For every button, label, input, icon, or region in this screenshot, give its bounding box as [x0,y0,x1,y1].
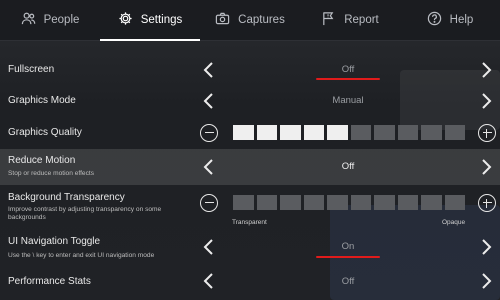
chevron-right-icon[interactable] [479,61,493,79]
setting-value: Off [341,64,355,75]
slider-segment[interactable] [280,125,301,140]
slider-segment[interactable] [350,195,371,210]
setting-label: Fullscreen [8,64,55,75]
setting-value: On [341,241,355,252]
setting-row-performance-stats: Performance Stats Off [0,270,500,300]
slider-segment[interactable] [350,125,371,140]
chevron-right-icon[interactable] [479,158,493,176]
setting-value: Off [341,276,355,287]
slider-segment[interactable] [444,195,465,210]
tab-label: Report [344,14,379,26]
background-transparency-slider[interactable] [233,195,465,210]
setting-label: Background Transparency [8,192,125,203]
chevron-left-icon[interactable] [202,92,216,110]
slider-segment[interactable] [256,125,277,140]
slider-segment[interactable] [397,195,418,210]
slider-segment[interactable] [327,125,348,140]
setting-label: Reduce Motion [8,155,76,166]
slider-segment[interactable] [397,125,418,140]
setting-row-graphics-quality: Graphics Quality [0,118,500,148]
setting-label: Performance Stats [8,276,91,287]
setting-description: Improve contrast by adjusting transparen… [8,206,162,221]
tab-label: Help [449,14,474,26]
help-icon [427,11,442,29]
setting-row-fullscreen: Fullscreen Off [0,55,500,85]
slider-segment[interactable] [421,195,442,210]
setting-row-ui-navigation-toggle: UI Navigation Toggle Use the \ key to en… [0,232,500,268]
increase-button[interactable] [478,124,496,142]
tab-help[interactable]: Help [400,0,500,40]
slider-segment[interactable] [374,125,395,140]
people-icon [21,11,36,29]
gear-icon [118,11,133,29]
slider-min-label: Transparent [232,219,267,226]
slider-max-label: Opaque [442,219,466,226]
flag-icon [321,11,336,29]
chevron-right-icon[interactable] [479,238,493,256]
red-underline-annotation [316,78,380,80]
setting-label: Graphics Quality [8,127,82,138]
increase-button[interactable] [478,194,496,212]
setting-description: Stop or reduce motion effects [8,170,95,177]
slider-segment[interactable] [374,195,395,210]
chevron-left-icon[interactable] [202,158,216,176]
graphics-quality-slider[interactable] [233,125,465,140]
slider-segment[interactable] [327,195,348,210]
red-underline-annotation [316,256,380,258]
chevron-left-icon[interactable] [202,238,216,256]
decrease-button[interactable] [200,124,218,142]
tab-captures[interactable]: Captures [200,0,300,40]
slider-segment[interactable] [303,125,324,140]
slider-segment[interactable] [233,195,254,210]
setting-value: Manual [332,95,364,106]
tab-label: Settings [140,14,183,26]
setting-row-reduce-motion: Reduce Motion Stop or reduce motion effe… [0,149,500,185]
tab-people[interactable]: People [0,0,100,40]
slider-segment[interactable] [421,125,442,140]
chevron-right-icon[interactable] [479,92,493,110]
decrease-button[interactable] [200,194,218,212]
setting-description: Use the \ key to enter and exit UI navig… [8,252,155,259]
slider-segment[interactable] [303,195,324,210]
tab-settings[interactable]: Settings [100,0,200,41]
slider-segment[interactable] [444,125,465,140]
setting-label: Graphics Mode [8,95,76,106]
slider-segment[interactable] [280,195,301,210]
slider-segment[interactable] [233,125,254,140]
chevron-left-icon[interactable] [202,61,216,79]
setting-row-background-transparency: Background Transparency Improve contrast… [0,188,500,232]
setting-row-graphics-mode: Graphics Mode Manual [0,86,500,116]
setting-label: UI Navigation Toggle [8,236,101,247]
tab-report[interactable]: Report [300,0,400,40]
tab-label: People [43,14,80,26]
camera-icon [215,11,230,29]
chevron-right-icon[interactable] [479,272,493,290]
tab-bar: People Settings Captures Report Help [0,0,500,41]
tab-label: Captures [238,14,285,26]
slider-segment[interactable] [256,195,277,210]
chevron-left-icon[interactable] [202,272,216,290]
setting-value: Off [341,161,355,172]
